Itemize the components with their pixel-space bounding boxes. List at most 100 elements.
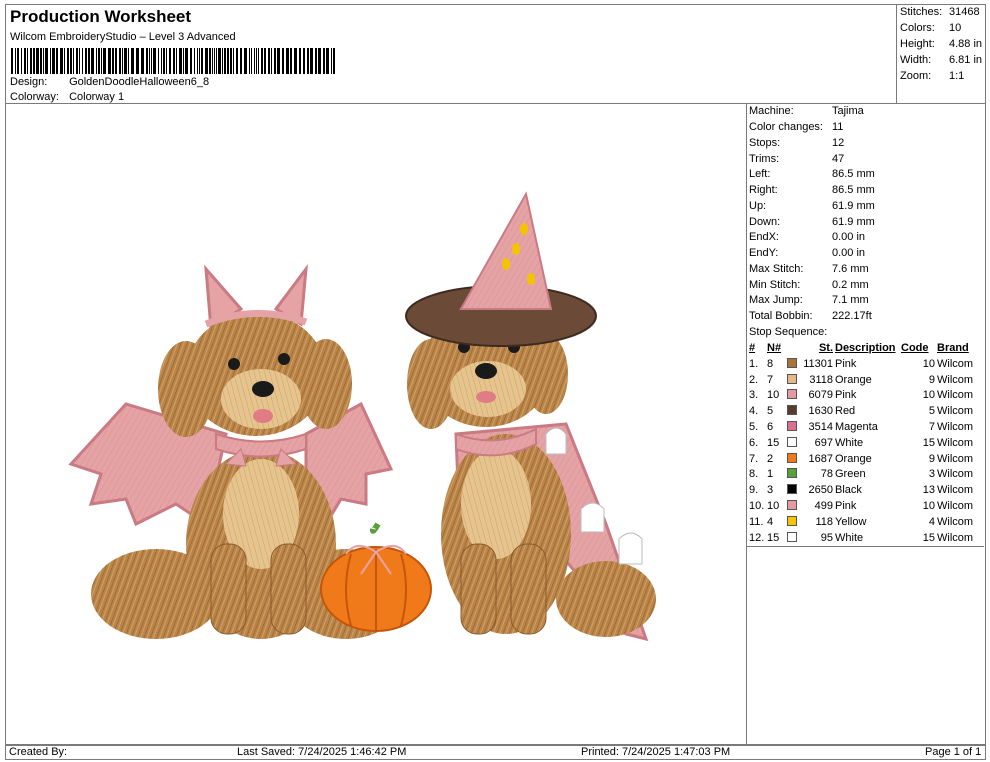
stat-value: 4.88 in — [949, 38, 983, 50]
row-description: Yellow — [835, 515, 867, 528]
info-stops: Stops: 12 — [749, 137, 844, 152]
stop-sequence-title: Stop Sequence: — [749, 326, 828, 338]
row-code: 15 — [922, 531, 935, 544]
row-description: Pink — [835, 500, 857, 513]
worksheet-header: Production Worksheet Wilcom EmbroiderySt… — [5, 4, 896, 104]
row-description: White — [835, 436, 864, 449]
col-description: Description — [835, 342, 896, 354]
table-row: 10. 10 499 Pink 10 Wilcom — [748, 498, 985, 514]
row-stitches: 2650 — [808, 484, 833, 497]
color-swatch — [786, 388, 798, 404]
row-stitches: 499 — [814, 500, 833, 513]
row-index: 12. — [749, 531, 765, 544]
table-row: 12. 15 95 White 15 Wilcom — [748, 530, 985, 546]
info-value: 7.1 mm — [832, 294, 869, 306]
stat-label: Colors: — [900, 22, 935, 34]
row-needle: 7 — [767, 373, 774, 386]
thread-color-swatch — [787, 500, 797, 511]
row-index: 9. — [749, 484, 759, 497]
stat-label: Stitches: — [900, 6, 943, 18]
page-title: Production Worksheet — [10, 7, 192, 26]
stat-stitches: Stitches: 31468 — [900, 6, 980, 18]
software-name: Wilcom EmbroideryStudio – Level 3 Advanc… — [10, 31, 236, 43]
stop-sequence-table: # N# St. Description Code Brand 1. 8 11301… — [748, 340, 985, 546]
barcode — [11, 48, 335, 74]
worksheet-footer: Created By: Last Saved: 7/24/2025 1:46:4… — [5, 745, 986, 760]
row-index: 7. — [749, 452, 759, 465]
row-brand: Wilcom — [937, 357, 974, 370]
color-swatch — [786, 498, 798, 514]
row-stitches: 697 — [814, 436, 833, 449]
info-down: Down: 61.9 mm — [749, 216, 875, 231]
row-needle: 4 — [767, 515, 774, 528]
stat-height: Height: 4.88 in — [900, 38, 982, 50]
stat-label: Zoom: — [900, 70, 932, 82]
stop-sequence-rows: 1. 8 11301 Pink 10 Wilcom 2. 7 3118 Orange 9 Wilcom… — [748, 356, 985, 546]
row-code: 10 — [922, 500, 935, 513]
stat-colors: Colors: 10 — [900, 22, 961, 34]
col-index: # — [749, 342, 756, 354]
info-value: 0.00 in — [832, 247, 866, 259]
stat-value: 6.81 in — [949, 54, 983, 66]
color-swatch — [786, 530, 798, 546]
table-row: 4. 5 1630 Red 5 Wilcom — [748, 403, 985, 419]
row-index: 1. — [749, 357, 759, 370]
info-label: EndX: — [749, 231, 779, 243]
color-swatch — [786, 419, 798, 435]
row-needle: 2 — [767, 452, 774, 465]
stat-zoom: Zoom: 1:1 — [900, 70, 964, 82]
table-row: 3. 10 6079 Pink 10 Wilcom — [748, 388, 985, 404]
table-divider — [747, 546, 984, 547]
color-swatch — [786, 514, 798, 530]
row-index: 8. — [749, 468, 759, 481]
row-needle: 10 — [767, 389, 780, 402]
info-label: Total Bobbin: — [749, 310, 813, 322]
stat-value: 31468 — [949, 6, 980, 18]
info-value: 7.6 mm — [832, 263, 869, 275]
row-stitches: 11301 — [803, 357, 833, 370]
col-needle: N# — [767, 342, 782, 354]
thread-color-swatch — [787, 373, 797, 384]
design-stats: Stitches: 31468 Colors: 10 Height: 4.88 in … — [896, 4, 986, 104]
row-code: 13 — [922, 484, 935, 497]
row-code: 9 — [928, 452, 935, 465]
row-stitches: 3118 — [809, 373, 833, 386]
thread-color-swatch — [787, 405, 797, 416]
info-value: 0.2 mm — [832, 279, 869, 291]
info-total-bobbin: Total Bobbin: 222.17ft — [749, 310, 872, 325]
info-up: Up: 61.9 mm — [749, 200, 875, 215]
thread-color-swatch — [787, 531, 797, 542]
col-brand: Brand — [937, 342, 969, 354]
stat-label: Width: — [900, 54, 932, 66]
row-description: Orange — [835, 373, 872, 386]
row-needle: 10 — [767, 500, 780, 513]
row-needle: 5 — [767, 405, 774, 418]
info-trims: Trims: 47 — [749, 153, 844, 168]
design-preview — [5, 104, 747, 745]
col-code: Code — [901, 342, 929, 354]
colorway-name: Colorway 1 — [69, 91, 125, 103]
info-label: Max Stitch: — [749, 263, 804, 275]
colorway-label: Colorway: — [10, 91, 59, 103]
stat-label: Height: — [900, 38, 935, 50]
info-value: 0.00 in — [832, 231, 866, 243]
design-row: Design: GoldenDoodleHalloween6_8 — [10, 76, 209, 88]
row-needle: 3 — [767, 484, 774, 497]
row-code: 7 — [928, 421, 935, 434]
row-brand: Wilcom — [937, 452, 974, 465]
col-stitches: St. — [818, 342, 833, 354]
row-code: 10 — [922, 357, 935, 370]
page-number: Page 1 of 1 — [925, 746, 982, 758]
row-index: 5. — [749, 421, 759, 434]
table-row: 7. 2 1687 Orange 9 Wilcom — [748, 451, 985, 467]
row-needle: 8 — [767, 357, 774, 370]
thread-color-swatch — [787, 357, 797, 368]
row-brand: Wilcom — [937, 436, 974, 449]
row-index: 4. — [749, 405, 759, 418]
thread-color-swatch — [787, 452, 797, 463]
row-description: Black — [835, 484, 862, 497]
row-stitches: 1630 — [808, 405, 833, 418]
info-label: Trims: — [749, 153, 780, 165]
color-swatch — [786, 435, 798, 451]
stat-value: 10 — [949, 22, 962, 34]
